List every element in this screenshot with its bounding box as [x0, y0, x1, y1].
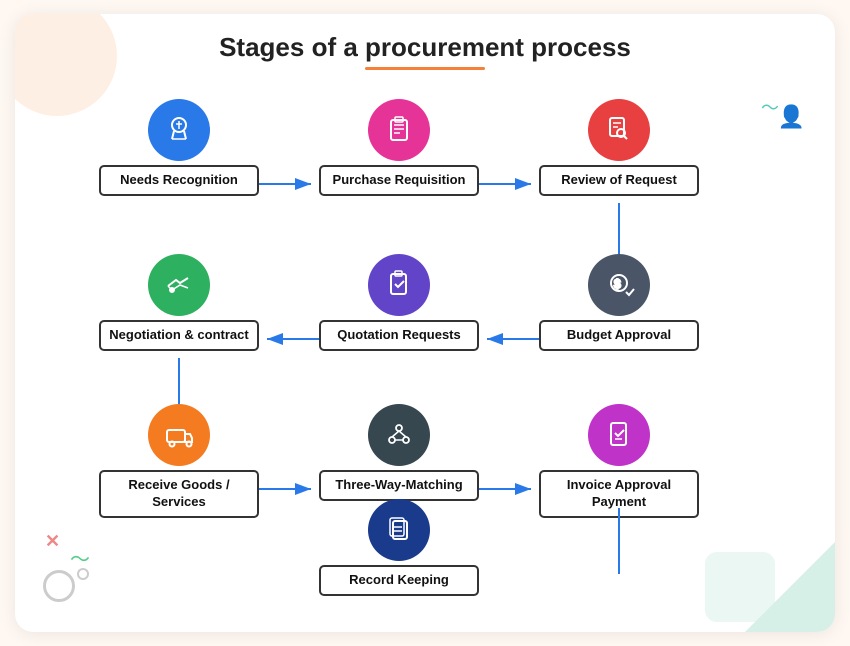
node-budg: $ Budget Approval: [539, 254, 699, 351]
node-three: Three-Way-Matching: [319, 404, 479, 501]
node-label-three: Three-Way-Matching: [319, 470, 479, 501]
node-icon-quot: [368, 254, 430, 316]
diagram: Needs Recognition Purchase Requisition R…: [39, 84, 811, 574]
node-label-needs: Needs Recognition: [99, 165, 259, 196]
node-inv: Invoice Approval Payment: [539, 404, 699, 518]
node-needs: Needs Recognition: [99, 99, 259, 196]
node-rec: Record Keeping: [319, 499, 479, 596]
node-label-quot: Quotation Requests: [319, 320, 479, 351]
node-icon-review: [588, 99, 650, 161]
page-title: Stages of a procurement process: [39, 32, 811, 63]
title-underline: [365, 67, 485, 70]
node-review: Review of Request: [539, 99, 699, 196]
node-label-preq: Purchase Requisition: [319, 165, 479, 196]
node-label-budg: Budget Approval: [539, 320, 699, 351]
node-label-recv: Receive Goods / Services: [99, 470, 259, 518]
node-icon-budg: $: [588, 254, 650, 316]
node-icon-needs: [148, 99, 210, 161]
node-icon-three: [368, 404, 430, 466]
node-label-review: Review of Request: [539, 165, 699, 196]
node-icon-rec: [368, 499, 430, 561]
main-card: ✕ 〜 👤 〜 Stages of a procurement process …: [15, 14, 835, 632]
node-icon-preq: [368, 99, 430, 161]
deco-circle: [43, 570, 75, 602]
node-label-rec: Record Keeping: [319, 565, 479, 596]
node-label-inv: Invoice Approval Payment: [539, 470, 699, 518]
svg-text:$: $: [614, 277, 621, 291]
node-quot: Quotation Requests: [319, 254, 479, 351]
node-neg: Negotiation & contract: [99, 254, 259, 351]
node-icon-recv: [148, 404, 210, 466]
node-icon-neg: [148, 254, 210, 316]
node-preq: Purchase Requisition: [319, 99, 479, 196]
node-label-neg: Negotiation & contract: [99, 320, 259, 351]
node-icon-inv: [588, 404, 650, 466]
node-recv: Receive Goods / Services: [99, 404, 259, 518]
